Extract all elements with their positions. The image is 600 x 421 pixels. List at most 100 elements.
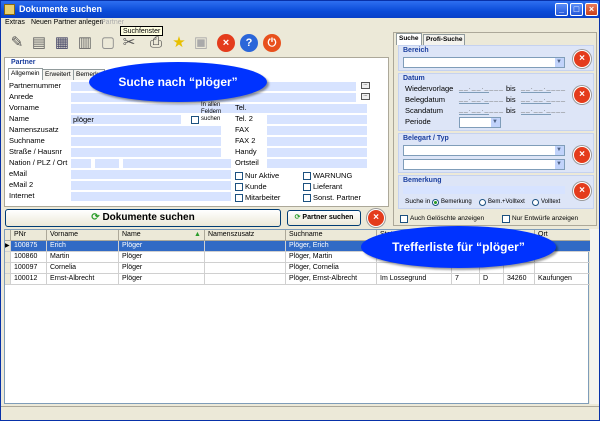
typ-select[interactable]: ▼ xyxy=(403,159,565,170)
clear-bemerkung-icon[interactable]: × xyxy=(573,182,591,200)
window-title: Dokumente suchen xyxy=(19,4,103,14)
radio-bemerkung[interactable] xyxy=(432,199,439,206)
tab-erweitert[interactable]: Erweitert xyxy=(42,69,74,80)
tooltip: Suchfenster xyxy=(120,26,164,36)
refresh-icon: ⟳ xyxy=(91,212,100,223)
bis-label: bis xyxy=(506,106,516,115)
maximize-button[interactable]: □ xyxy=(570,3,583,16)
dokumente-suchen-button[interactable]: ⟳ Dokumente suchen xyxy=(5,209,281,227)
tool-icon-5[interactable]: ▢ xyxy=(98,33,118,53)
tab-suche[interactable]: Suche xyxy=(396,33,422,45)
table-cell: 100875 xyxy=(11,241,47,252)
scandatum-to[interactable]: __.__.____ xyxy=(521,106,565,115)
checkbox-label: Nur Aktive xyxy=(245,171,280,180)
clear-datum-icon[interactable]: × xyxy=(573,86,591,104)
column-header[interactable]: Namenszusatz xyxy=(205,230,286,241)
print-icon[interactable]: ⎙ xyxy=(146,33,166,53)
callout-results: Trefferliste für “plöger” xyxy=(361,226,556,268)
in-allen-feldern-checkbox[interactable] xyxy=(191,116,199,124)
menu-partner[interactable]: Partner xyxy=(101,19,124,26)
tab-profi-suche[interactable]: Profi-Suche xyxy=(423,34,466,45)
field-input[interactable] xyxy=(267,159,367,168)
column-header[interactable]: Name xyxy=(119,230,205,241)
checkbox-label: Mitarbeiter xyxy=(245,193,281,202)
clear-partner-icon[interactable]: × xyxy=(367,209,385,227)
search-panel: Suche Profi-Suche Bereich ▼ × Datum Wied… xyxy=(393,32,597,226)
tool-icon-1[interactable]: ✎ xyxy=(7,33,27,53)
checkbox[interactable] xyxy=(235,194,243,202)
close-window-button[interactable]: × xyxy=(585,3,598,16)
belegart-select[interactable]: ▼ xyxy=(403,145,565,156)
save-icon[interactable]: ▣ xyxy=(191,33,211,53)
table-cell: D xyxy=(480,274,504,285)
table-cell: Ernst-Albrecht xyxy=(47,274,119,285)
clear-belegart-icon[interactable]: × xyxy=(573,146,591,164)
field-input[interactable] xyxy=(71,126,221,135)
menu-extras[interactable]: Extras xyxy=(5,19,25,26)
ort-input[interactable] xyxy=(123,159,231,168)
belegdatum-from[interactable]: __.__.____ xyxy=(459,95,503,104)
column-header[interactable]: Vorname xyxy=(47,230,119,241)
field-input[interactable] xyxy=(71,181,231,190)
field-input[interactable] xyxy=(267,148,367,157)
field-input[interactable]: plöger xyxy=(71,115,181,124)
field-input[interactable] xyxy=(267,137,367,146)
clear-bereich-icon[interactable]: × xyxy=(573,50,591,68)
vertical-scrollbar[interactable] xyxy=(590,229,599,404)
checkbox[interactable] xyxy=(235,172,243,180)
nur-entwuerfe-checkbox[interactable] xyxy=(502,215,510,223)
tool-icon-2[interactable]: ▤ xyxy=(29,33,49,53)
field-input[interactable] xyxy=(267,104,367,113)
column-header[interactable]: Suchname xyxy=(286,230,377,241)
power-icon[interactable]: ⏻ xyxy=(263,34,281,52)
callout-search: Suche nach “plöger” xyxy=(89,62,267,102)
checkbox[interactable] xyxy=(303,172,311,180)
tab-allgemein[interactable]: Allgemein xyxy=(8,68,43,80)
menu-neuer-partner[interactable]: Neuen Partner anlegen xyxy=(31,19,103,26)
cancel-icon[interactable]: × xyxy=(217,34,235,52)
table-cell: Kaufungen xyxy=(535,274,595,285)
search-window-icon[interactable]: ✂ xyxy=(119,33,139,53)
suche-in-label: Suche in xyxy=(405,198,431,205)
partner-suchen-button[interactable]: ⟳ Partner suchen xyxy=(287,210,361,226)
table-cell xyxy=(205,274,286,285)
table-cell xyxy=(535,263,595,274)
table-cell: Im Lossegrund xyxy=(377,274,452,285)
plz-input[interactable] xyxy=(95,159,119,168)
scandatum-from[interactable]: __.__.____ xyxy=(459,106,503,115)
field-input[interactable] xyxy=(267,115,367,124)
belegdatum-label: Belegdatum xyxy=(405,95,446,104)
wiedervorlage-to[interactable]: __.__.____ xyxy=(521,84,565,93)
lookup-button[interactable]: ... xyxy=(361,93,370,100)
checkbox[interactable] xyxy=(303,194,311,202)
table-cell: 34260 xyxy=(504,274,535,285)
checkbox[interactable] xyxy=(303,183,311,191)
radio-bem-volltext[interactable] xyxy=(479,199,486,206)
periode-label: Periode xyxy=(405,117,431,126)
nation-input[interactable] xyxy=(71,159,91,168)
field-input[interactable] xyxy=(71,170,231,179)
tool-icon-3[interactable]: ▦ xyxy=(52,33,72,53)
checkbox[interactable] xyxy=(235,183,243,191)
help-icon[interactable]: ? xyxy=(240,34,258,52)
bemerkung-input[interactable] xyxy=(403,186,565,194)
field-input[interactable] xyxy=(71,148,221,157)
tool-icon-4[interactable]: ▥ xyxy=(75,33,95,53)
table-row[interactable]: 100012 Ernst-Albrecht Plöger Plöger, Ernst-… xyxy=(5,274,595,285)
bereich-select[interactable]: ▼ xyxy=(403,57,565,68)
periode-select[interactable]: ▼ xyxy=(459,117,501,128)
field-input[interactable] xyxy=(71,137,221,146)
field-label: Internet xyxy=(9,191,35,200)
auch-geloeschte-checkbox[interactable] xyxy=(400,215,408,223)
wiedervorlage-from[interactable]: __.__.____ xyxy=(459,84,503,93)
table-cell: 100097 xyxy=(11,263,47,274)
radio-volltext[interactable] xyxy=(532,199,539,206)
belegdatum-to[interactable]: __.__.____ xyxy=(521,95,565,104)
field-input[interactable] xyxy=(71,192,231,201)
lookup-button[interactable]: ... xyxy=(361,82,370,89)
bereich-label: Bereich xyxy=(403,47,429,54)
column-header[interactable]: PNr xyxy=(11,230,47,241)
minimize-button[interactable]: _ xyxy=(555,3,568,16)
star-icon[interactable]: ★ xyxy=(169,33,189,53)
field-input[interactable] xyxy=(267,126,367,135)
